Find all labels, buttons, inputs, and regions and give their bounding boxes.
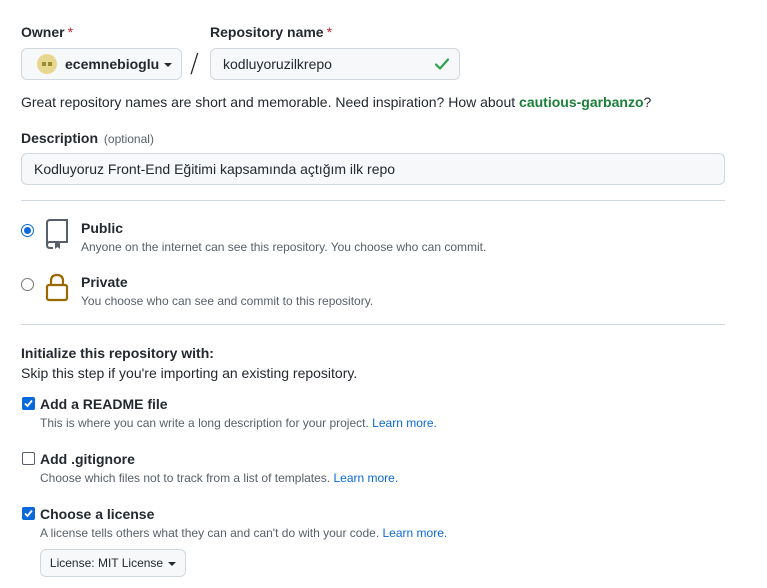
public-desc: Anyone on the internet can see this repo…: [81, 240, 487, 254]
readme-desc: This is where you can write a long descr…: [40, 416, 437, 430]
init-title: Initialize this repository with:: [21, 345, 214, 361]
readme-learn-more-link[interactable]: Learn more.: [372, 416, 437, 430]
private-desc: You choose who can see and commit to thi…: [81, 294, 374, 308]
lock-icon: [45, 273, 69, 302]
description-label-text: Description: [21, 130, 99, 146]
gitignore-label[interactable]: Add .gitignore: [40, 451, 135, 467]
hint-end: ?: [643, 94, 652, 110]
gitignore-checkbox[interactable]: [22, 452, 35, 465]
gitignore-learn-more-link[interactable]: Learn more.: [333, 471, 398, 485]
repo-name-label-text: Repository name: [210, 24, 324, 40]
owner-select-button[interactable]: ecemnebioglu: [21, 48, 182, 80]
private-title: Private: [81, 274, 128, 290]
repo-required-mark: *: [326, 24, 333, 40]
repo-name-hint: Great repository names are short and mem…: [21, 94, 651, 110]
readme-desc-text: This is where you can write a long descr…: [40, 416, 369, 430]
divider: [21, 324, 725, 325]
owner-label: Owner *: [21, 24, 73, 40]
description-label: Description (optional): [21, 130, 154, 146]
init-subtitle: Skip this step if you're importing an ex…: [21, 365, 358, 381]
public-title: Public: [81, 220, 124, 236]
gitignore-desc: Choose which files not to track from a l…: [40, 471, 398, 485]
license-select-button[interactable]: License: MIT License: [40, 549, 186, 577]
license-label[interactable]: Choose a license: [40, 506, 154, 522]
owner-label-text: Owner: [21, 24, 65, 40]
divider: [21, 200, 725, 201]
caret-down-icon: [168, 562, 177, 566]
checkmark-icon: [24, 509, 33, 518]
owner-username: ecemnebioglu: [65, 56, 160, 72]
license-checkbox[interactable]: [22, 507, 35, 520]
license-desc-text: A license tells others what they can and…: [40, 526, 380, 540]
owner-repo-separator: /: [190, 49, 199, 79]
license-desc: A license tells others what they can and…: [40, 526, 447, 540]
license-learn-more-link[interactable]: Learn more.: [383, 526, 448, 540]
repo-name-label: Repository name *: [210, 24, 332, 40]
description-input[interactable]: [21, 153, 725, 185]
name-suggestion-link[interactable]: cautious-garbanzo: [519, 94, 643, 110]
optional-tag: (optional): [103, 132, 154, 146]
avatar: [37, 54, 57, 74]
license-prefix: License:: [49, 556, 95, 570]
hint-text: Great repository names are short and mem…: [21, 94, 520, 110]
repo-name-input[interactable]: [210, 48, 460, 80]
checkmark-icon: [24, 399, 33, 408]
readme-checkbox[interactable]: [22, 397, 35, 410]
private-radio[interactable]: [21, 278, 34, 291]
owner-required-mark: *: [67, 24, 74, 40]
license-value: MIT License: [97, 556, 164, 570]
check-icon: [434, 58, 450, 70]
public-radio[interactable]: [21, 224, 34, 237]
repo-icon: [45, 219, 68, 249]
readme-label[interactable]: Add a README file: [40, 396, 168, 412]
gitignore-desc-text: Choose which files not to track from a l…: [40, 471, 331, 485]
caret-down-icon: [164, 63, 173, 67]
